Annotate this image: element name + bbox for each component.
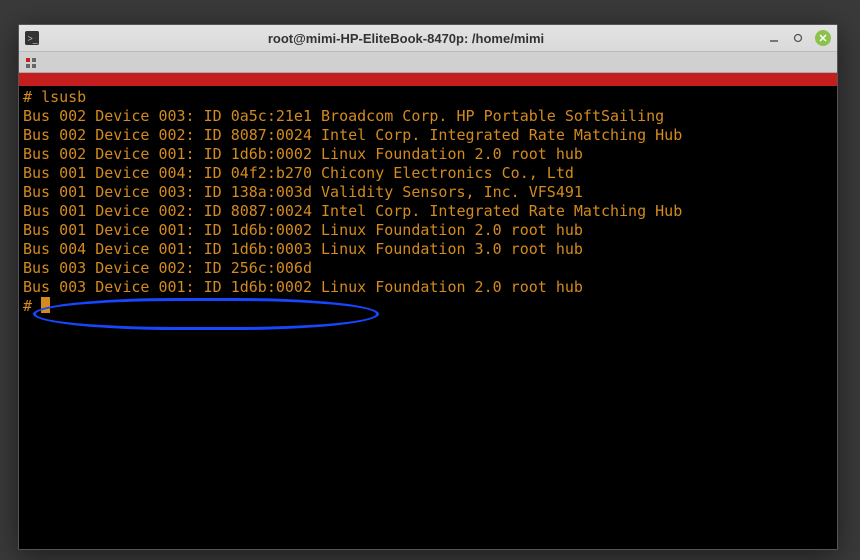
output-line-highlighted: Bus 003 Device 002: ID 256c:006d bbox=[23, 259, 312, 277]
output-line: Bus 003 Device 001: ID 1d6b:0002 Linux F… bbox=[23, 278, 583, 296]
output-line: Bus 001 Device 002: ID 8087:0024 Intel C… bbox=[23, 202, 682, 220]
output-line: Bus 001 Device 003: ID 138a:003d Validit… bbox=[23, 183, 583, 201]
output-line: Bus 002 Device 002: ID 8087:0024 Intel C… bbox=[23, 126, 682, 144]
titlebar-accent-strip bbox=[19, 73, 837, 86]
output-line: Bus 002 Device 001: ID 1d6b:0002 Linux F… bbox=[23, 145, 583, 163]
prompt-symbol: # bbox=[23, 88, 41, 106]
terminal-window: >_ root@mimi-HP-EliteBook-8470p: /home/m… bbox=[18, 24, 838, 550]
window-toolbar bbox=[19, 52, 837, 73]
command-text: lsusb bbox=[41, 88, 86, 106]
svg-text:>_: >_ bbox=[28, 34, 38, 44]
output-line: Bus 001 Device 001: ID 1d6b:0002 Linux F… bbox=[23, 221, 583, 239]
terminal-viewport[interactable]: # lsusb Bus 002 Device 003: ID 0a5c:21e1… bbox=[19, 73, 837, 549]
minimize-button[interactable] bbox=[767, 31, 781, 45]
output-line: Bus 002 Device 003: ID 0a5c:21e1 Broadco… bbox=[23, 107, 664, 125]
window-title: root@mimi-HP-EliteBook-8470p: /home/mimi bbox=[45, 31, 767, 46]
desktop-background: >_ root@mimi-HP-EliteBook-8470p: /home/m… bbox=[0, 0, 860, 560]
grid-icon[interactable] bbox=[25, 56, 37, 68]
cursor-block bbox=[41, 297, 50, 313]
window-titlebar[interactable]: >_ root@mimi-HP-EliteBook-8470p: /home/m… bbox=[19, 25, 837, 52]
close-button[interactable] bbox=[815, 30, 831, 46]
terminal-content[interactable]: # lsusb Bus 002 Device 003: ID 0a5c:21e1… bbox=[19, 86, 837, 549]
prompt-symbol: # bbox=[23, 297, 41, 315]
output-line: Bus 001 Device 004: ID 04f2:b270 Chicony… bbox=[23, 164, 574, 182]
terminal-app-icon: >_ bbox=[25, 31, 39, 45]
maximize-button[interactable] bbox=[791, 31, 805, 45]
output-line: Bus 004 Device 001: ID 1d6b:0003 Linux F… bbox=[23, 240, 583, 258]
window-controls bbox=[767, 30, 831, 46]
